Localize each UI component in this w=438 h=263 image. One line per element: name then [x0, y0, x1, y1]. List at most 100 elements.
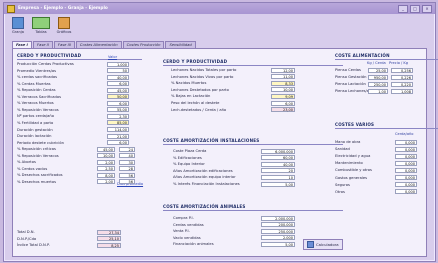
value-field[interactable]: 11,00 [271, 74, 295, 80]
field-label: % Desechos muertos [17, 179, 57, 184]
toolbar-tablas-button[interactable]: Tablas [31, 15, 51, 37]
field-label: % Nacidos Muertos [171, 81, 207, 86]
value-field[interactable]: 0,000 [395, 153, 417, 159]
value-field[interactable]: 60,00 [261, 155, 295, 161]
value-field[interactable]: 0,000 [395, 175, 417, 180]
calculator-button[interactable]: Calculadora [303, 239, 343, 250]
value-field[interactable]: 23,00 [271, 107, 295, 113]
dias-promedio-field[interactable]: 24 [119, 146, 135, 152]
value-field[interactable]: 1,00 [368, 88, 388, 94]
value-field[interactable]: 2,00 [97, 179, 115, 185]
value-field[interactable]: 0,256 [391, 67, 413, 73]
toolbar-granja-button[interactable]: Granja [8, 15, 28, 37]
dias-promedio-field[interactable]: 28 [119, 166, 135, 172]
value-field[interactable]: 0,226 [391, 74, 413, 80]
value-field[interactable]: 114,00 [107, 127, 129, 132]
field-label: % Cerdas Muertas [17, 81, 51, 86]
value-field[interactable]: 0,000 [395, 182, 417, 188]
value-field[interactable]: 2,50 [97, 166, 115, 172]
value-field[interactable]: 0,220 [391, 81, 413, 87]
field-label: Mantenimiento [335, 161, 363, 166]
value-field[interactable]: 0,000 [395, 160, 417, 166]
form-row: Duración lactación [17, 133, 51, 139]
value-field[interactable]: 6,00 [107, 100, 129, 106]
value-field[interactable]: 12,00 [271, 67, 295, 73]
value-field[interactable]: 40,00 [261, 161, 295, 167]
field-label: Promedio Vientres/as [17, 68, 57, 73]
value-field[interactable]: 50,00 [107, 94, 129, 100]
title-bar: Empresa - Ejemplo - Granja - Ejemplo _ □… [4, 3, 435, 14]
value-field[interactable]: 0,000 [395, 189, 417, 195]
field-label: D.N.P./Cda [17, 236, 37, 241]
value-field[interactable]: 6,00 [271, 100, 295, 106]
form-row: D.N.P./Cda [17, 236, 36, 242]
value-field[interactable]: 2,30 [107, 113, 129, 119]
dias-promedio-field[interactable]: 56 [119, 179, 135, 185]
value-field[interactable]: 0,000 [395, 146, 417, 152]
value-field[interactable]: 9,09 [271, 93, 295, 99]
form-row: Producción Cerdas Productivas [17, 61, 74, 67]
value-field[interactable]: 25,10 [97, 236, 121, 241]
form-row: Gastos generales [335, 175, 367, 181]
value-field[interactable]: 2.000.000 [261, 215, 295, 221]
value-field[interactable]: 45,00 [107, 87, 129, 93]
close-button[interactable]: × [422, 5, 432, 13]
value-field[interactable]: 10 [261, 174, 295, 180]
value-field[interactable]: 250.000 [261, 228, 295, 234]
value-field[interactable]: 0,000 [395, 167, 417, 173]
field-label: Índice Total D.N.P. [17, 243, 50, 247]
value-field[interactable]: 25,00 [368, 67, 388, 73]
value-field[interactable]: 1,008 [391, 88, 413, 94]
form-row: Compra P.I. [173, 215, 194, 221]
value-field[interactable]: 200.000 [261, 222, 295, 228]
form-row: Años Amortización edificaciones [173, 168, 233, 174]
form-row: Venta P.I. [173, 228, 190, 234]
value-field[interactable]: 5,00 [261, 241, 295, 247]
dias-promedio-field[interactable]: 30 [119, 159, 135, 165]
value-field[interactable]: 27,34 [97, 229, 121, 235]
value-field[interactable]: 6,00 [107, 140, 129, 146]
dias-promedio-field[interactable]: 40 [119, 153, 135, 159]
field-label: Periodo destete cubrición [17, 140, 64, 145]
value-field[interactable]: 6.000.000 [261, 148, 295, 154]
value-field[interactable]: 8,25 [97, 242, 121, 248]
value-field[interactable]: 950,00 [368, 74, 388, 80]
form-row: Lech.destetados / Cerda / año [171, 107, 226, 113]
valor-link[interactable]: Valor [108, 55, 117, 59]
dias-promedio-field[interactable]: 56 [119, 172, 135, 178]
col-precio-kg: Precio / Kg [389, 61, 409, 65]
field-label: % Reposición Cerdas [17, 88, 56, 93]
toolbar-graficos-button[interactable]: Gráficos [54, 15, 74, 37]
value-field[interactable]: 6,00 [107, 81, 129, 87]
value-field[interactable]: 45,00 [97, 146, 115, 152]
value-field[interactable]: 21,00 [107, 133, 129, 139]
value-field[interactable]: 2,00 [97, 159, 115, 165]
value-field[interactable]: 2.000 [261, 235, 295, 241]
form-row: % Reposición críticas [17, 146, 56, 152]
value-field[interactable]: 85,00 [107, 120, 129, 126]
form-row: Electricidad y agua [335, 153, 370, 159]
value-field[interactable]: 40,00 [107, 74, 129, 80]
form-row: Periodo destete cubrición [17, 140, 64, 146]
form-row: % Cerdos vacíos [17, 166, 47, 172]
field-label: Compra P.I. [173, 216, 194, 220]
value-field[interactable]: 10,00 [271, 87, 295, 93]
value-field[interactable]: 10,00 [97, 153, 115, 159]
field-label: % Interés Financiación Instalaciones [173, 182, 240, 186]
minimize-button[interactable]: _ [398, 5, 408, 13]
value-field[interactable]: 8,33 [271, 80, 295, 86]
value-field[interactable]: 8,00 [97, 172, 115, 178]
maximize-button[interactable]: □ [410, 5, 420, 13]
value-field[interactable]: 0,000 [395, 139, 417, 145]
value-field[interactable]: 1.000 [107, 61, 129, 67]
form-row: Pienso Lactación [335, 81, 366, 87]
field-label: % Bajas en Lactación [171, 94, 211, 99]
value-field[interactable]: 250,00 [368, 81, 388, 87]
value-field[interactable]: 5,00 [261, 181, 295, 187]
value-field[interactable]: 20 [261, 168, 295, 174]
field-label: Años Amortización equipo interior [173, 175, 236, 180]
value-field[interactable]: 55,00 [107, 107, 129, 113]
form-row: Pienso Gestación [335, 74, 367, 80]
field-label: Años Amortización edificaciones [173, 168, 233, 173]
value-field[interactable]: 50 [107, 68, 129, 74]
